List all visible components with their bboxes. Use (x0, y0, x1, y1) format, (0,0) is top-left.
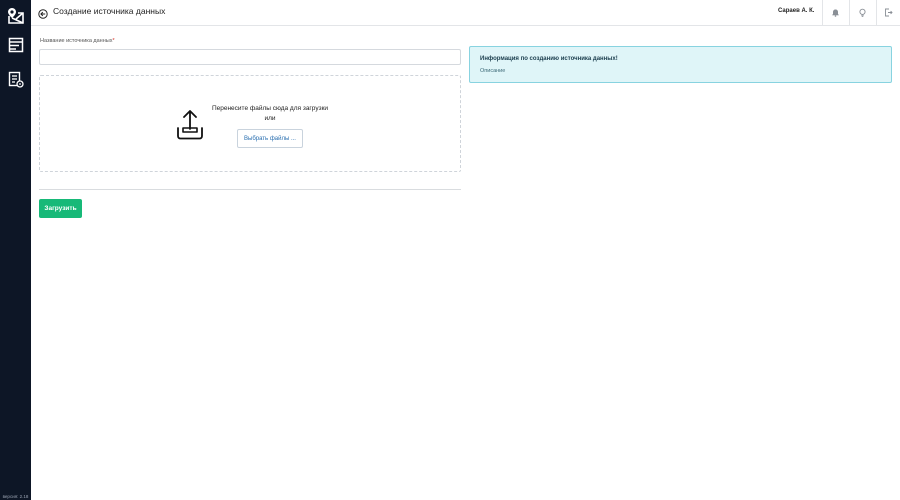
bell-icon[interactable] (830, 7, 840, 17)
file-dropzone[interactable]: Перенесите файлы сюда для загрузки или В… (39, 75, 461, 172)
upload-button[interactable]: Загрузить (39, 199, 82, 218)
lightbulb-icon[interactable] (857, 7, 867, 17)
header-divider (849, 0, 850, 26)
choose-files-button[interactable]: Выбрать файлы ... (237, 129, 303, 148)
user-name[interactable]: Сараев А. К. (778, 8, 814, 14)
upload-tray-icon (176, 107, 206, 141)
info-title: Информация по созданию источника данных! (480, 56, 618, 62)
version-label: версия: 2.18 (2, 494, 29, 499)
sidebar: версия: 2.18 (0, 0, 31, 500)
header-divider (876, 0, 877, 26)
top-header: Создание источника данных Сараев А. К. (31, 0, 900, 26)
dropzone-hint: Перенесите файлы сюда для загрузки (211, 105, 329, 112)
name-field-label: Название источника данных* (40, 38, 115, 44)
logout-icon[interactable] (883, 7, 893, 17)
layers-list-icon[interactable] (5, 34, 26, 55)
map-logo-icon[interactable] (5, 4, 26, 25)
back-arrow-icon[interactable] (38, 6, 48, 19)
info-description: Описание (480, 68, 506, 74)
header-divider (822, 0, 823, 26)
required-mark: * (112, 38, 115, 44)
dropzone-or: или (264, 115, 276, 122)
document-settings-icon[interactable] (5, 69, 26, 90)
form-divider (39, 189, 461, 190)
data-source-name-input[interactable] (39, 49, 461, 65)
info-panel: Информация по созданию источника данных!… (469, 46, 892, 83)
name-field-label-text: Название источника данных (40, 38, 113, 44)
page-title: Создание источника данных (53, 6, 166, 16)
